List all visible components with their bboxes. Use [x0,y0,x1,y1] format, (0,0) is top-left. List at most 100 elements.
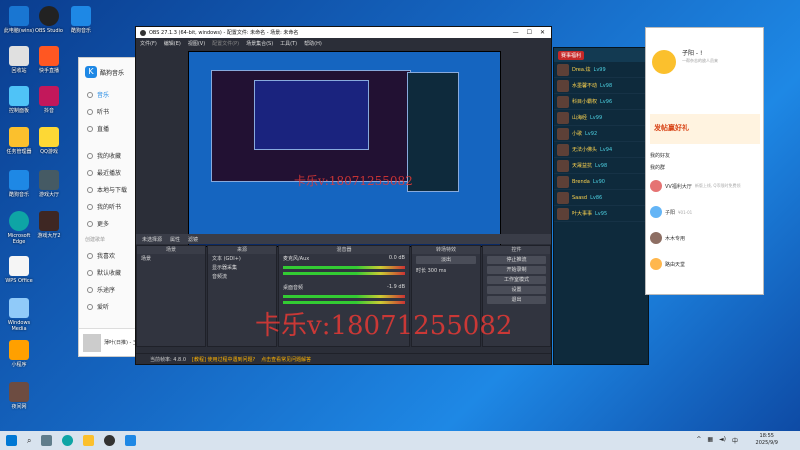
desktop-icon-douyin[interactable]: 抖音 [32,86,66,114]
task-manager-icon [9,127,29,147]
scene-item[interactable]: 场景 [137,254,205,263]
explorer-icon[interactable] [83,435,95,446]
game-panel: 赛事福利 Drea.炫 Lv99 水墨馨不动 Lv98 科目小霸权 Lv96 山海经 L… [553,47,649,365]
list-item[interactable]: 木木专用 [650,232,685,244]
nested-game-panel [407,72,459,192]
edge-icon[interactable] [62,435,74,446]
stop-stream-button[interactable]: 停止推流 [487,256,546,264]
mixer-track: 桌面音频 -1.9 dB [283,284,405,291]
duration-input[interactable]: 300 ms [428,268,447,274]
desktop-icon-computer[interactable]: 此电脑(wins) [2,6,36,34]
desktop-icon-taskmgr[interactable]: 任务管理器 [2,127,36,155]
list-item[interactable]: Brenda Lv90 [554,174,648,190]
list-item[interactable]: 路由天堂 [650,258,685,270]
taskbar-clock[interactable]: 18:55 2025/9/9 [756,433,778,447]
list-item[interactable]: 我的好友 [650,152,670,159]
desktop-icon-qqgame[interactable]: QQ游戏 [32,127,66,155]
menu-scene-collection[interactable]: 场景集合(S) [246,40,273,47]
list-item[interactable]: VV福利大厅 新版上线, Q币限时免费领 [650,180,741,192]
list-item[interactable]: 山海经 Lv99 [554,110,648,126]
network-icon[interactable]: ▦ [707,436,713,445]
desktop-icon-kugou2[interactable]: 酷狗音乐 [64,6,98,34]
list-item[interactable]: 无法小佛头 Lv94 [554,142,648,158]
menu-profile[interactable]: 配置文件(P) [212,40,239,47]
desktop-icon-recycle[interactable]: 回收站 [2,46,36,74]
menu-edit[interactable]: 编辑(E) [164,40,181,47]
obs-source-toolbar: 未选择源 属性 滤镜 [136,234,551,244]
close-icon[interactable]: ✕ [540,29,545,36]
avatar[interactable] [652,50,676,74]
desktop-icon-kugou[interactable]: 酷狗音乐 [2,170,36,198]
desktop-icon-night[interactable]: 夜间网 [2,382,36,410]
exit-button[interactable]: 退出 [487,296,546,304]
avatar [650,232,662,244]
desktop-icon-mini[interactable]: 小程序 [2,340,36,368]
obs-titlebar[interactable]: OBS 27.1.3 (64-bit, windows) - 配置文件: 未命名… [136,27,551,38]
list-item[interactable]: 科目小霸权 Lv96 [554,94,648,110]
computer-icon [9,6,29,26]
source-item[interactable]: 显示器采集 [208,263,276,272]
avatar [557,207,569,220]
list-item[interactable]: 叶大事事 Lv95 [554,206,648,222]
desktop-icon-media[interactable]: Windows Media [2,298,36,332]
properties-button[interactable]: 属性 [170,236,180,243]
list-item[interactable]: 我的群 [650,164,665,171]
control-panel-icon [9,86,29,106]
list-item[interactable]: 天晟益抗 Lv98 [554,158,648,174]
chevron-up-icon[interactable]: ^ [696,436,701,445]
watermark-small: 卡乐v:18071255082 [294,174,413,188]
studio-mode-button[interactable]: 工作室模式 [487,276,546,284]
maximize-icon[interactable]: ☐ [527,29,532,36]
edge-icon [9,211,29,231]
transition-select[interactable]: 淡出 [416,256,476,264]
taskbar: ⌕ ^ ▦ ◄) 中 18:55 2025/9/9 [0,431,800,450]
live-icon [87,125,93,132]
desktop-icon-control[interactable]: 控制面板 [2,86,36,114]
desktop-icon-lobby[interactable]: 游戏大厅 [32,170,66,198]
search-icon[interactable]: ⌕ [27,436,31,446]
source-item[interactable]: 音频流 [208,272,276,281]
kugou-icon[interactable] [125,435,137,446]
avatar [557,79,569,92]
promo-banner[interactable]: 发帖赢好礼 [650,114,760,144]
avatar [650,180,662,192]
windows-start-icon[interactable] [6,435,17,446]
desktop-icon-edge[interactable]: Microsoft Edge [2,211,36,245]
obs-icon[interactable] [104,435,116,446]
minimize-icon[interactable]: — [513,29,519,36]
desktop-icon-lobby2[interactable]: 游戏大厅2 [32,211,66,239]
audio-meter [283,272,405,275]
desktop-icon-obs[interactable]: OBS Studio [32,6,66,34]
desktop-icon-kuaishou[interactable]: 快手直播 [32,46,66,74]
list-item[interactable]: 水墨馨不动 Lv98 [554,78,648,94]
promo-tag[interactable]: 赛事福利 [558,50,585,60]
avatar [557,143,569,156]
settings-button[interactable]: 设置 [487,286,546,294]
list-item[interactable]: 小歌 Lv92 [554,126,648,142]
playlist-icon [87,303,93,310]
mixer-track: 麦克风/Aux 0.0 dB [283,255,405,262]
source-item[interactable]: 文本 (GDI+) [208,254,276,263]
menu-file[interactable]: 文件(F) [140,40,157,47]
game-panel-header: 赛事福利 [554,48,648,62]
task-view-icon[interactable] [41,435,53,446]
menu-tools[interactable]: 工具(T) [280,40,297,47]
desktop-icon-wps[interactable]: WPS Office [2,256,36,284]
list-item[interactable]: Saasd Lv86 [554,190,648,206]
language-icon[interactable]: 中 [732,436,738,445]
obs-preview[interactable]: 卡乐v:18071255082 [188,51,501,247]
album-cover [83,333,101,352]
qq-game-icon [39,127,59,147]
menu-view[interactable]: 视图(V) [188,40,205,47]
recycle-bin-icon [9,46,29,66]
filters-button[interactable]: 滤镜 [188,236,198,243]
playlist-icon [87,269,93,276]
menu-help[interactable]: 帮助(H) [304,40,322,47]
start-record-button[interactable]: 开始录制 [487,266,546,274]
list-item[interactable]: Drea.炫 Lv99 [554,62,648,78]
faq-link[interactable]: 点击查看常见问题解答 [261,356,311,363]
volume-icon[interactable]: ◄) [719,436,726,445]
system-tray: ^ ▦ ◄) 中 [696,436,738,445]
list-item[interactable]: 子阳 ¥01-01 [650,206,692,218]
kugou-icon [9,170,29,190]
